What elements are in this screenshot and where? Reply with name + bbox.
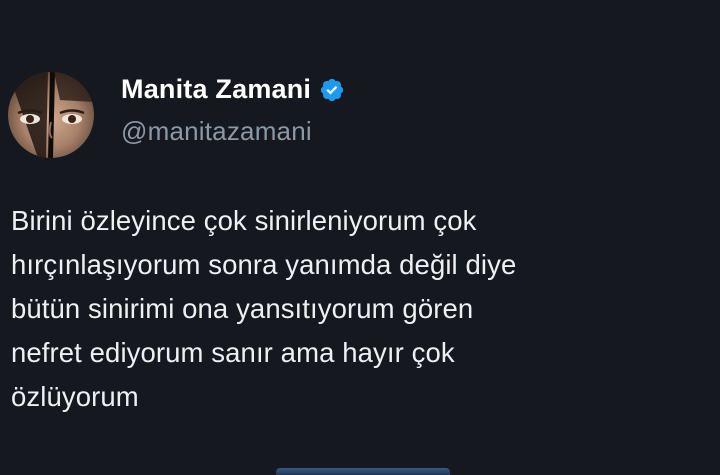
verified-badge-icon [319,77,345,103]
avatar[interactable] [8,72,94,158]
tweet-text-line: hırçınlaşıyorum sonra yanımda değil diye [11,249,517,280]
author-name-row: Manita Zamani [121,74,345,105]
bottom-media-edge [276,468,450,475]
tweet-card: Manita Zamani @manitazamani Birini özley… [0,0,720,475]
tweet-text-line: nefret ediyorum sanır ama hayır çok [11,337,455,368]
tweet-text: Birini özleyince çok sinirleniyorum çok … [11,199,711,419]
tweet-text-line: bütün sinirimi ona yansıtıyorum gören [11,293,474,324]
avatar-photo [8,72,94,158]
tweet-text-line: Birini özleyince çok sinirleniyorum çok [11,205,477,236]
tweet-text-line: özlüyorum [11,381,139,412]
author-display-name[interactable]: Manita Zamani [121,74,311,105]
author-handle[interactable]: @manitazamani [121,116,312,147]
